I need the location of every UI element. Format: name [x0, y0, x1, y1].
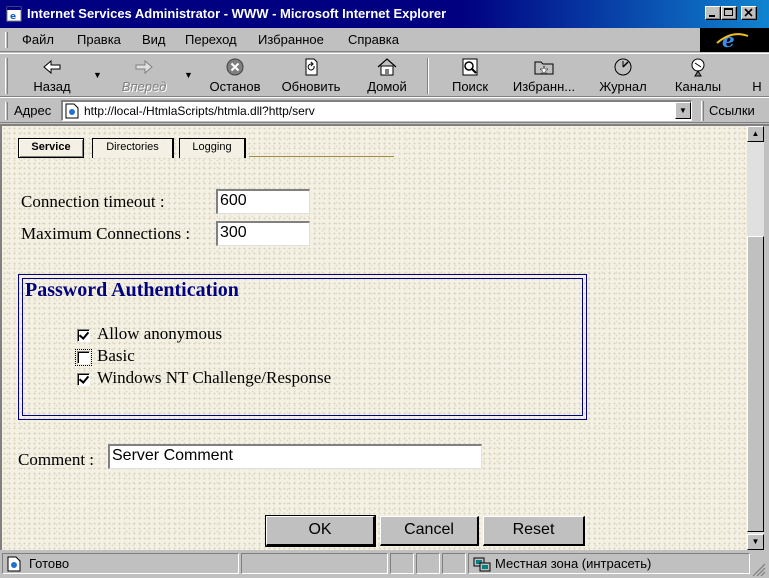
page-icon — [65, 103, 79, 119]
address-input[interactable]: http://local-/HtmlaScripts/htmla.dll?htt… — [61, 100, 692, 121]
favorites-folder-icon — [534, 61, 554, 75]
refresh-button[interactable]: Обновить — [274, 55, 348, 97]
cancel-button[interactable]: Cancel — [380, 516, 479, 546]
window-title: Internet Services Administrator - WWW - … — [27, 6, 447, 21]
home-button[interactable]: Домой — [358, 55, 416, 97]
ok-button[interactable]: OK — [265, 515, 376, 547]
basic-checkbox[interactable] — [75, 349, 92, 366]
menu-go[interactable]: Переход — [185, 32, 237, 47]
chevron-up-icon: ▲ — [751, 129, 760, 138]
toolbar-separator — [427, 58, 429, 94]
allow-anonymous-label[interactable]: Allow anonymous — [97, 324, 222, 344]
history-button[interactable]: Журнал — [592, 55, 654, 97]
max-connections-input[interactable]: 300 — [216, 221, 310, 246]
page-icon — [7, 556, 21, 572]
back-dropdown-icon[interactable]: ▼ — [93, 70, 102, 80]
status-panel-extra — [442, 553, 466, 574]
forward-dropdown-icon[interactable]: ▼ — [184, 70, 193, 80]
tab-logging[interactable]: Logging — [179, 138, 246, 158]
stop-icon — [226, 58, 244, 76]
menu-file[interactable]: Файл — [22, 32, 54, 47]
channels-button[interactable]: Каналы — [666, 55, 730, 97]
windows-nt-label[interactable]: Windows NT Challenge/Response — [97, 368, 331, 388]
forward-button[interactable]: Вперед — [108, 55, 180, 97]
favorites-button[interactable]: Избранн... — [506, 55, 582, 97]
scroll-down-button[interactable]: ▼ — [747, 534, 764, 550]
refresh-icon — [305, 58, 318, 76]
comment-label: Comment : — [18, 450, 95, 469]
menu-favorites[interactable]: Избранное — [258, 32, 324, 47]
menu-bar: Файл Правка Вид Переход Избранное Справк… — [0, 28, 769, 52]
status-bar: Готово Местная зона (интрасеть) — [0, 551, 769, 578]
comment-input[interactable]: Server Comment — [108, 444, 482, 469]
forward-arrow-icon — [135, 59, 153, 75]
password-auth-title: Password Authentication — [25, 279, 239, 301]
chevron-down-icon: ▼ — [679, 106, 687, 115]
close-icon — [744, 8, 753, 17]
resize-grip-icon[interactable] — [752, 563, 766, 577]
back-button[interactable]: Назад — [20, 55, 84, 97]
search-icon — [462, 58, 478, 76]
security-zone-text: Местная зона (интрасеть) — [495, 556, 652, 571]
search-button[interactable]: Поиск — [444, 55, 496, 97]
chevron-down-icon: ▼ — [751, 537, 760, 546]
menu-grip[interactable] — [5, 32, 8, 48]
address-grip[interactable] — [5, 102, 8, 120]
address-bar: Адрес http://local-/HtmlaScripts/htmla.d… — [0, 97, 769, 123]
stop-button[interactable]: Останов — [202, 55, 268, 97]
scroll-thumb[interactable] — [747, 236, 764, 532]
status-panel-secure — [390, 553, 414, 574]
ie-logo-icon: e — [716, 28, 749, 52]
svg-text:e: e — [10, 12, 16, 22]
tab-service[interactable]: Service — [18, 138, 84, 158]
minimize-icon — [709, 15, 715, 17]
ie-throbber: e — [700, 28, 769, 52]
tab-directories[interactable]: Directories — [92, 138, 174, 158]
channels-satellite-icon — [691, 58, 705, 77]
address-url: http://local-/HtmlaScripts/htmla.dll?htt… — [84, 104, 315, 118]
maximize-button[interactable] — [721, 6, 737, 20]
status-panel-zone: Местная зона (интрасеть) — [468, 553, 750, 574]
menu-view[interactable]: Вид — [142, 32, 166, 47]
tab-underline — [249, 156, 394, 157]
more-toolbar-button[interactable]: Н — [748, 55, 766, 97]
browser-content: Service Directories Logging Connection t… — [0, 124, 769, 550]
address-dropdown-button[interactable]: ▼ — [675, 102, 691, 119]
back-arrow-icon — [43, 59, 61, 75]
status-text: Готово — [29, 556, 70, 571]
status-panel-progress — [241, 553, 388, 574]
intranet-zone-icon — [473, 557, 491, 572]
title-bar[interactable]: e Internet Services Administrator - WWW … — [0, 0, 769, 28]
web-page: Service Directories Logging Connection t… — [2, 126, 747, 550]
status-panel-main: Готово — [2, 553, 239, 574]
history-icon — [614, 58, 632, 76]
links-separator — [701, 101, 704, 121]
svg-text:e: e — [722, 28, 735, 52]
scroll-up-button[interactable]: ▲ — [747, 126, 764, 142]
menu-help[interactable]: Справка — [348, 32, 399, 47]
windows-nt-checkbox[interactable] — [77, 373, 90, 386]
status-panel-offline — [416, 553, 440, 574]
maximize-icon — [724, 8, 733, 16]
address-label: Адрес — [14, 103, 52, 118]
toolbar: Назад ▼ Вперед ▼ Останов Обновить Домой … — [0, 53, 769, 97]
toolbar-grip[interactable] — [5, 58, 8, 94]
connection-timeout-label: Connection timeout : — [21, 192, 165, 211]
home-icon — [377, 58, 397, 76]
connection-timeout-input[interactable]: 600 — [216, 189, 310, 214]
reset-button[interactable]: Reset — [483, 516, 585, 546]
basic-label[interactable]: Basic — [97, 346, 135, 366]
minimize-button[interactable] — [705, 6, 721, 20]
max-connections-label: Maximum Connections : — [21, 224, 191, 243]
vertical-scrollbar[interactable]: ▲ ▼ — [747, 126, 764, 550]
close-button[interactable] — [741, 6, 757, 20]
links-button[interactable]: Ссылки — [709, 103, 755, 118]
allow-anonymous-checkbox[interactable] — [77, 329, 90, 342]
ie-window-icon[interactable]: e — [6, 6, 22, 22]
menu-edit[interactable]: Правка — [77, 32, 121, 47]
password-auth-fieldset: Password Authentication Allow anonymous … — [18, 274, 587, 420]
